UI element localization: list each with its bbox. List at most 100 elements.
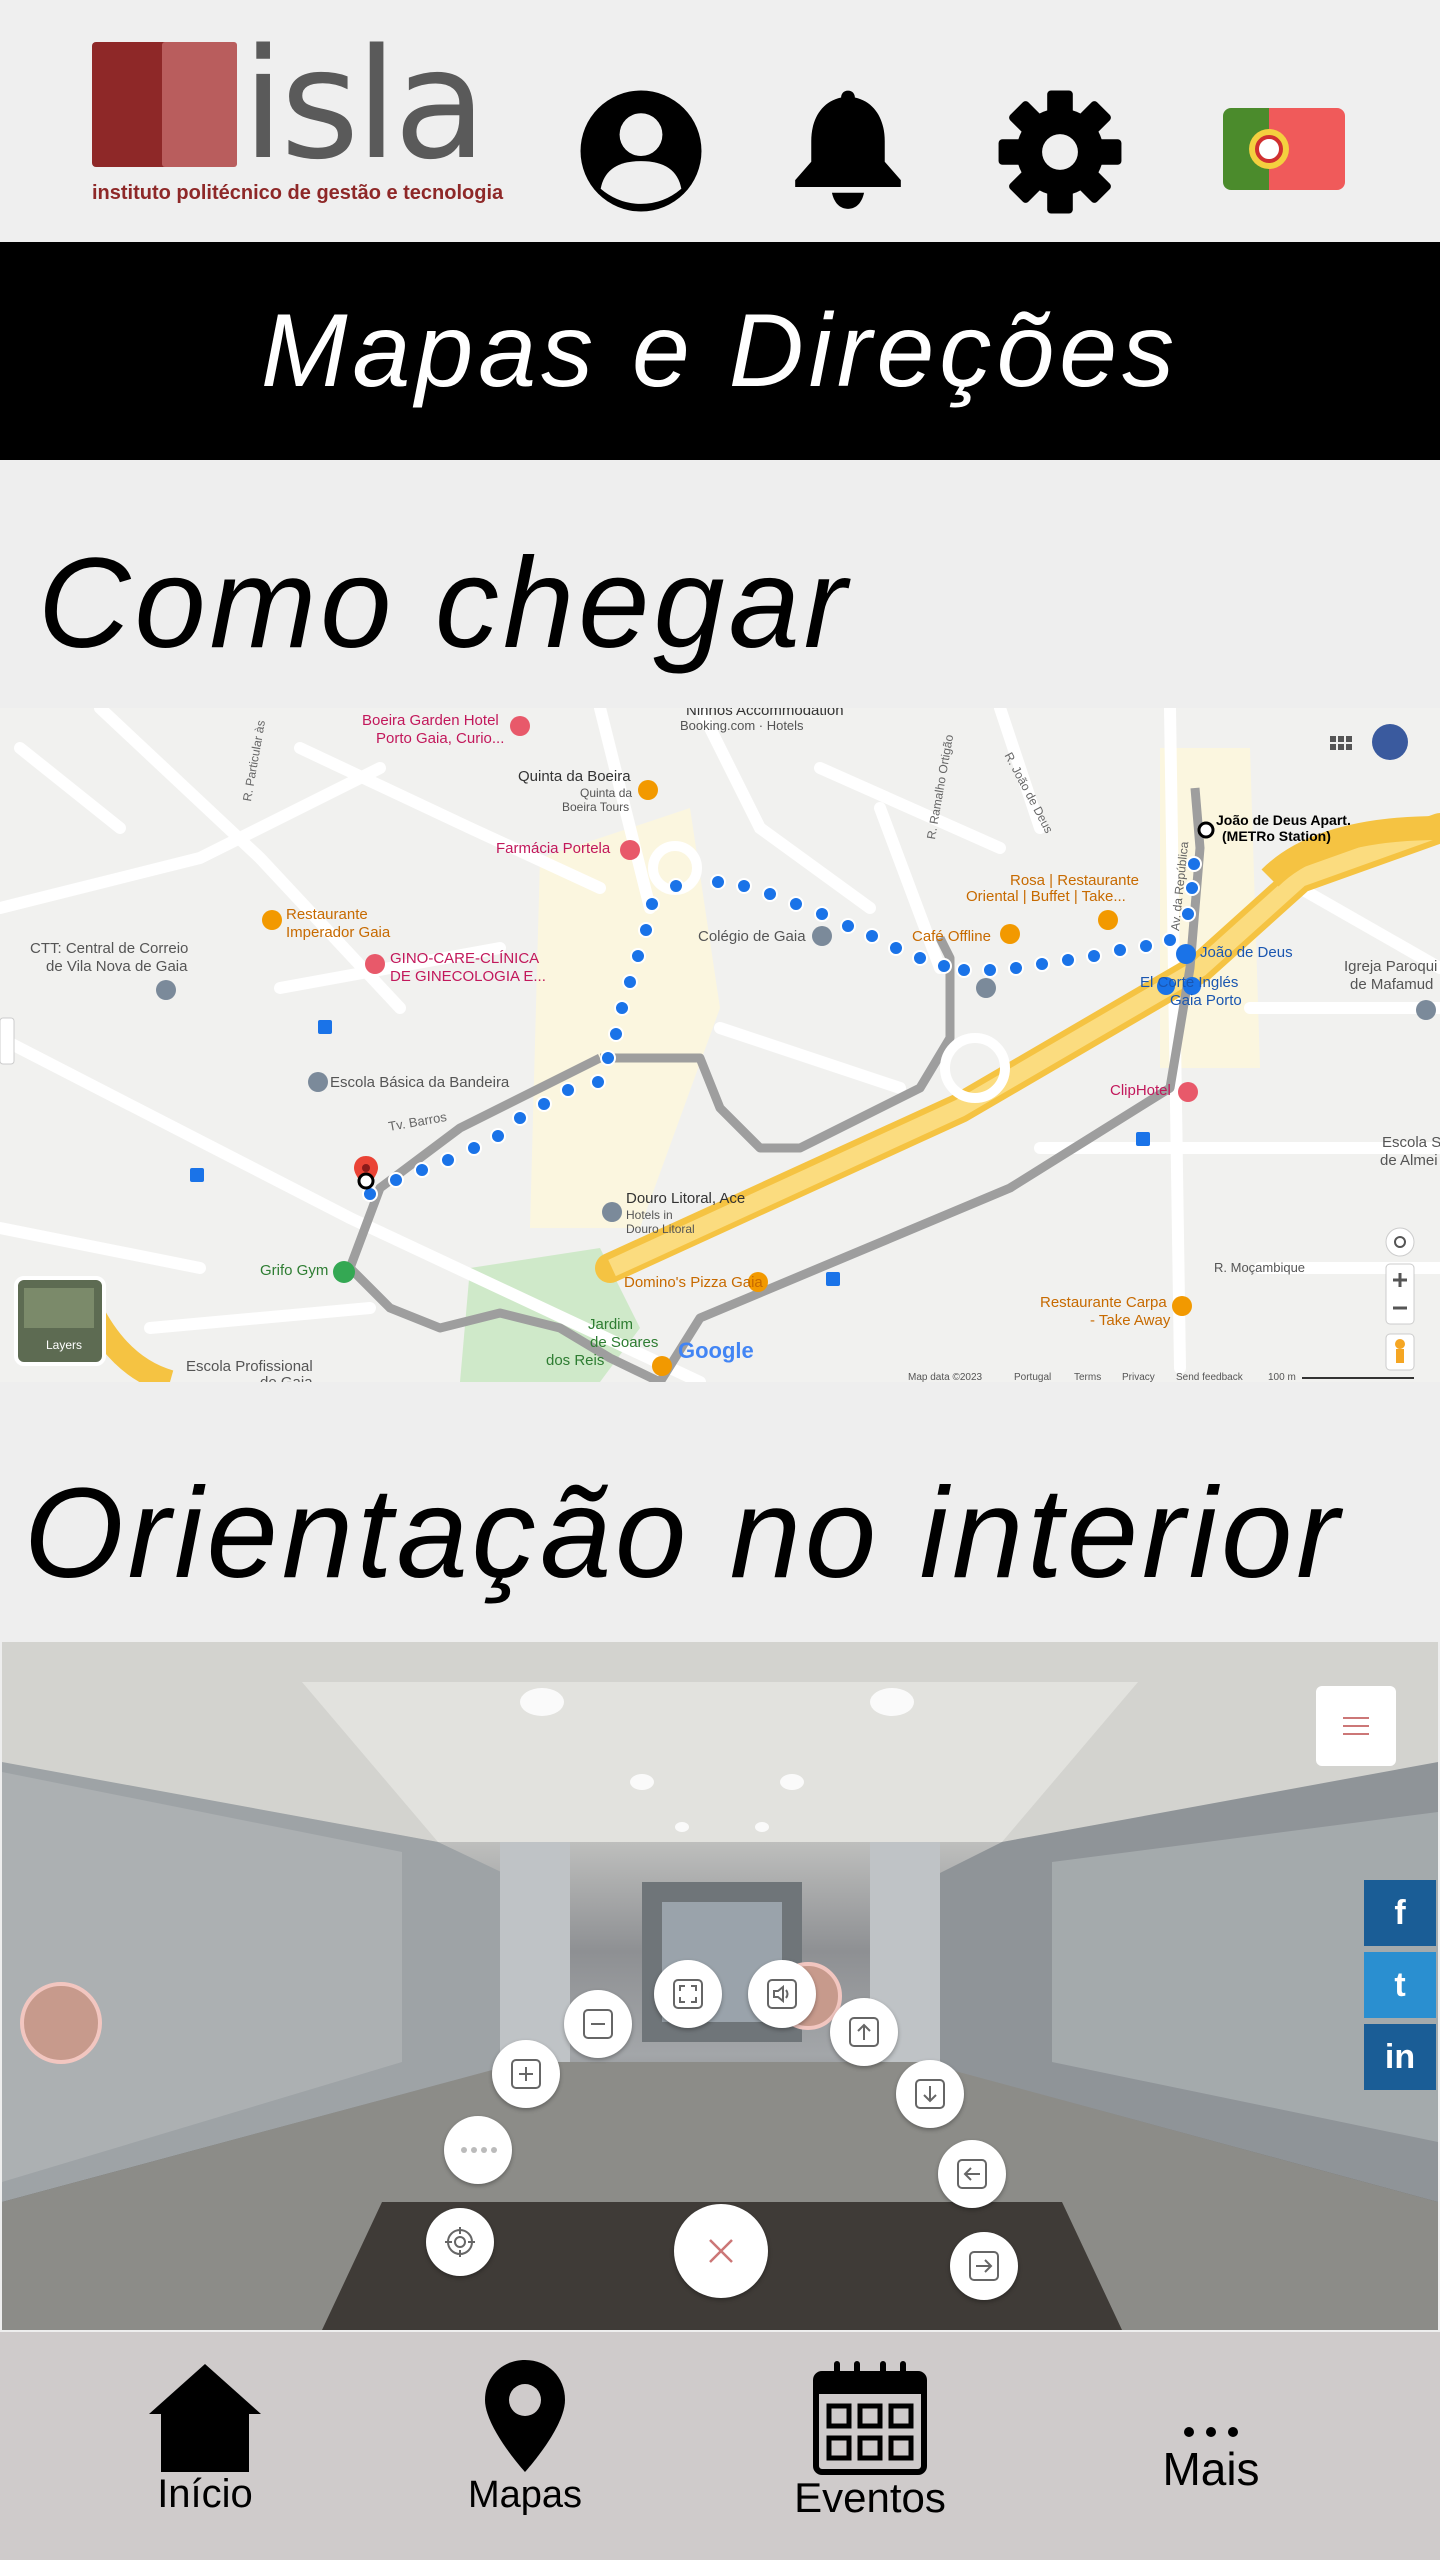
more-controls-button[interactable] [444, 2116, 512, 2184]
gear-icon[interactable] [996, 88, 1124, 216]
map-label: João de Deus [1200, 944, 1293, 961]
speaker-icon [767, 1979, 797, 2009]
hotspot-thumbnail[interactable] [20, 1982, 102, 2064]
look-left-button[interactable] [938, 2140, 1006, 2208]
app-header: isla instituto politécnico de gestão e t… [0, 0, 1440, 242]
map-privacy-link[interactable]: Privacy [1122, 1372, 1155, 1382]
map-label: Grifo Gym [260, 1262, 329, 1279]
map-label: Restaurante [286, 906, 368, 923]
zoom-in-button[interactable] [492, 2040, 560, 2108]
arrow-down-icon [915, 2079, 945, 2109]
map-label: R. Moçambique [1214, 1260, 1306, 1275]
map-label: (METRo Station) [1222, 828, 1331, 844]
linkedin-share-button[interactable]: in [1364, 2024, 1436, 2090]
map-label: João de Deus Apart. [1216, 812, 1351, 828]
map-label: Escola Básica da Bandeira [330, 1074, 510, 1091]
close-icon [709, 2239, 733, 2263]
map-label: - Take Away [1090, 1312, 1171, 1329]
page-title: Mapas e Direções [260, 292, 1180, 409]
map-label: ClipHotel [1110, 1082, 1171, 1099]
more-icon [1184, 2427, 1238, 2437]
dots-icon [461, 2147, 497, 2153]
map-label: Escola Profissional [186, 1358, 313, 1375]
map-terms-link[interactable]: Terms [1074, 1372, 1101, 1382]
tour-menu-button[interactable] [1316, 1686, 1396, 1766]
map-scale: 100 m [1268, 1372, 1296, 1382]
look-down-button[interactable] [896, 2060, 964, 2128]
map-label: Gaia Porto [1170, 992, 1242, 1009]
gyro-button[interactable] [426, 2208, 494, 2276]
map-label: Jardim [588, 1316, 634, 1333]
map-country: Portugal [1014, 1372, 1052, 1382]
map-label: de Gaia [260, 1374, 313, 1382]
indoor-title: Orientação no interior [24, 1462, 1343, 1605]
map-label: Quinta da [580, 786, 633, 800]
nav-label-mais: Mais [1162, 2443, 1260, 2495]
virtual-tour-view[interactable]: f t in [2, 1642, 1438, 2330]
map-pin-icon [485, 2360, 565, 2472]
nav-label-inicio: Início [157, 2472, 253, 2516]
map-label: Boeira Tours [562, 800, 630, 814]
directions-title: Como chegar [38, 532, 851, 675]
portugal-flag-icon[interactable] [1223, 108, 1345, 190]
bell-icon[interactable] [790, 86, 906, 210]
isla-logo[interactable]: isla instituto politécnico de gestão e t… [92, 16, 503, 212]
nav-label-eventos: Eventos [794, 2474, 946, 2521]
map-label: Domino's Pizza Gaia [624, 1274, 763, 1291]
title-bar: Mapas e Direções [0, 242, 1440, 460]
nav-item-eventos[interactable]: Eventos [770, 2332, 970, 2560]
plus-icon [511, 2059, 541, 2089]
map-label: Restaurante Carpa [1040, 1294, 1167, 1311]
layers-button[interactable]: Layers [46, 1338, 82, 1352]
user-icon[interactable] [578, 88, 704, 214]
map-label: Porto Gaia, Curio... [376, 730, 505, 747]
map-label: CTT: Central de Correio [30, 940, 189, 957]
fullscreen-button[interactable] [654, 1960, 722, 2028]
map-feedback-link[interactable]: Send feedback [1176, 1372, 1243, 1382]
map-attribution: Map data ©2023 [908, 1372, 983, 1382]
map-label: Boeira Garden Hotel [362, 712, 499, 729]
bottom-nav: Início Mapas Eventos Mais [0, 2332, 1440, 2560]
logo-mark-light [162, 42, 237, 167]
twitter-icon: t [1394, 1965, 1406, 2004]
sound-button[interactable] [748, 1960, 816, 2028]
map-label: Café Offline [912, 928, 991, 945]
map-label: Imperador Gaia [286, 924, 391, 941]
map-label: Quinta da Boeira [518, 768, 631, 785]
nav-label-mapas: Mapas [467, 2474, 583, 2516]
google-logo: Google [678, 1338, 754, 1363]
logo-text: isla [242, 16, 487, 193]
map-label: Hotels in [626, 1208, 673, 1222]
map-label: de Soares [590, 1334, 659, 1351]
map-label: Douro Litoral, Ace [626, 1190, 746, 1207]
look-right-button[interactable] [950, 2232, 1018, 2300]
nav-item-inicio[interactable]: Início [120, 2332, 290, 2560]
map-label: Farmácia Portela [496, 840, 611, 857]
map-label: de Mafamud [1350, 976, 1434, 993]
minus-icon [583, 2009, 613, 2039]
linkedin-icon: in [1384, 2037, 1416, 2076]
map-label: Booking.com · Hotels [680, 718, 804, 733]
look-up-button[interactable] [830, 1998, 898, 2066]
facebook-icon: f [1394, 1893, 1406, 1932]
map-label: Rosa | Restaurante [1010, 872, 1139, 889]
facebook-share-button[interactable]: f [1364, 1880, 1436, 1946]
twitter-share-button[interactable]: t [1364, 1952, 1436, 2018]
hamburger-icon [1343, 1717, 1369, 1735]
map-label: GINO-CARE-CLÍNICA [390, 950, 540, 967]
map-label: de Vila Nova de Gaia [46, 958, 188, 975]
map-label: DE GINECOLOGIA E... [390, 968, 546, 985]
nav-item-mapas[interactable]: Mapas [440, 2332, 610, 2560]
home-icon [149, 2364, 261, 2472]
map-label: dos Reis [546, 1352, 605, 1369]
map-label: Igreja Paroqui [1344, 958, 1438, 975]
close-controls-button[interactable] [674, 2204, 768, 2298]
logo-subtitle: instituto politécnico de gestão e tecnol… [92, 182, 504, 204]
nav-item-mais[interactable]: Mais [1126, 2332, 1296, 2560]
map-label: El Corte Inglés [1140, 974, 1239, 991]
map-label: de Almei [1380, 1152, 1438, 1169]
map-label: Colégio de Gaia [698, 928, 806, 945]
map-label: Oriental | Buffet | Take... [966, 888, 1126, 905]
zoom-out-button[interactable] [564, 1990, 632, 2058]
map-view[interactable]: Boeira Garden Hotel Porto Gaia, Curio...… [0, 708, 1440, 1382]
